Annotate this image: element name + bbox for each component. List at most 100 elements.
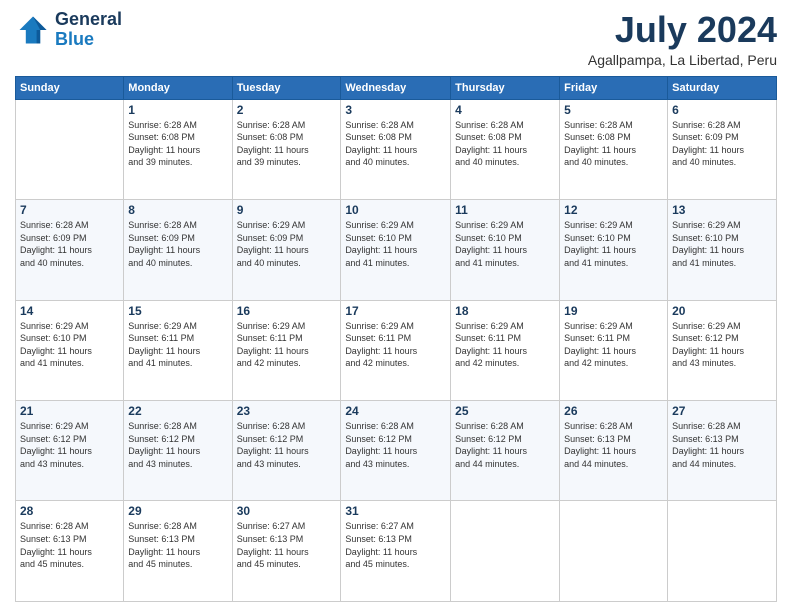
table-row: 23 Sunrise: 6:28 AMSunset: 6:12 PMDayligh… bbox=[232, 401, 341, 501]
day-info: Sunrise: 6:29 AMSunset: 6:10 PMDaylight:… bbox=[20, 320, 119, 370]
calendar-table: Sunday Monday Tuesday Wednesday Thursday… bbox=[15, 76, 777, 602]
calendar-week-row: 21 Sunrise: 6:29 AMSunset: 6:12 PMDayligh… bbox=[16, 401, 777, 501]
day-number: 16 bbox=[237, 304, 337, 318]
table-row: 10Sunrise: 6:29 AMSunset: 6:10 PMDayligh… bbox=[341, 200, 451, 300]
day-info: Sunrise: 6:28 AMSunset: 6:09 PMDaylight:… bbox=[128, 219, 227, 269]
day-info: Sunrise: 6:28 AMSunset: 6:08 PMDaylight:… bbox=[455, 119, 555, 169]
day-number: 9 bbox=[237, 203, 337, 217]
table-row: 19 Sunrise: 6:29 AMSunset: 6:11 PMDayligh… bbox=[560, 300, 668, 400]
day-info: Sunrise: 6:28 AMSunset: 6:12 PMDaylight:… bbox=[237, 420, 337, 470]
table-row: 5 Sunrise: 6:28 AMSunset: 6:08 PMDaylight… bbox=[560, 99, 668, 199]
day-info: Sunrise: 6:28 AMSunset: 6:12 PMDaylight:… bbox=[345, 420, 446, 470]
day-number: 20 bbox=[672, 304, 772, 318]
day-info: Sunrise: 6:29 AMSunset: 6:11 PMDaylight:… bbox=[455, 320, 555, 370]
table-row: 2Sunrise: 6:28 AMSunset: 6:08 PMDaylight… bbox=[232, 99, 341, 199]
table-row: 30 Sunrise: 6:27 AMSunset: 6:13 PMDayligh… bbox=[232, 501, 341, 602]
day-number: 31 bbox=[345, 504, 446, 518]
day-number: 24 bbox=[345, 404, 446, 418]
day-info: Sunrise: 6:28 AMSunset: 6:12 PMDaylight:… bbox=[128, 420, 227, 470]
day-info: Sunrise: 6:29 AMSunset: 6:10 PMDaylight:… bbox=[455, 219, 555, 269]
col-sunday: Sunday bbox=[16, 76, 124, 99]
day-info: Sunrise: 6:29 AMSunset: 6:12 PMDaylight:… bbox=[20, 420, 119, 470]
day-info: Sunrise: 6:28 AMSunset: 6:08 PMDaylight:… bbox=[345, 119, 446, 169]
day-info: Sunrise: 6:29 AMSunset: 6:10 PMDaylight:… bbox=[672, 219, 772, 269]
day-info: Sunrise: 6:27 AMSunset: 6:13 PMDaylight:… bbox=[345, 520, 446, 570]
table-row: 17Sunrise: 6:29 AMSunset: 6:11 PMDayligh… bbox=[341, 300, 451, 400]
day-info: Sunrise: 6:28 AMSunset: 6:08 PMDaylight:… bbox=[564, 119, 663, 169]
table-row bbox=[560, 501, 668, 602]
table-row: 20 Sunrise: 6:29 AMSunset: 6:12 PMDayligh… bbox=[668, 300, 777, 400]
day-info: Sunrise: 6:28 AMSunset: 6:13 PMDaylight:… bbox=[564, 420, 663, 470]
col-friday: Friday bbox=[560, 76, 668, 99]
day-number: 4 bbox=[455, 103, 555, 117]
day-number: 17 bbox=[345, 304, 446, 318]
table-row: 28 Sunrise: 6:28 AMSunset: 6:13 PMDayligh… bbox=[16, 501, 124, 602]
day-number: 30 bbox=[237, 504, 337, 518]
day-number: 12 bbox=[564, 203, 663, 217]
col-wednesday: Wednesday bbox=[341, 76, 451, 99]
day-number: 26 bbox=[564, 404, 663, 418]
day-number: 7 bbox=[20, 203, 119, 217]
table-row: 11Sunrise: 6:29 AMSunset: 6:10 PMDayligh… bbox=[451, 200, 560, 300]
day-info: Sunrise: 6:28 AMSunset: 6:12 PMDaylight:… bbox=[455, 420, 555, 470]
day-number: 5 bbox=[564, 103, 663, 117]
table-row bbox=[16, 99, 124, 199]
day-info: Sunrise: 6:29 AMSunset: 6:12 PMDaylight:… bbox=[672, 320, 772, 370]
calendar-week-row: 14 Sunrise: 6:29 AMSunset: 6:10 PMDayligh… bbox=[16, 300, 777, 400]
table-row: 13 Sunrise: 6:29 AMSunset: 6:10 PMDayligh… bbox=[668, 200, 777, 300]
col-tuesday: Tuesday bbox=[232, 76, 341, 99]
table-row bbox=[668, 501, 777, 602]
day-number: 13 bbox=[672, 203, 772, 217]
day-info: Sunrise: 6:29 AMSunset: 6:09 PMDaylight:… bbox=[237, 219, 337, 269]
day-info: Sunrise: 6:28 AMSunset: 6:13 PMDaylight:… bbox=[20, 520, 119, 570]
table-row: 18 Sunrise: 6:29 AMSunset: 6:11 PMDayligh… bbox=[451, 300, 560, 400]
table-row: 31 Sunrise: 6:27 AMSunset: 6:13 PMDayligh… bbox=[341, 501, 451, 602]
table-row: 8 Sunrise: 6:28 AMSunset: 6:09 PMDaylight… bbox=[124, 200, 232, 300]
day-number: 2 bbox=[237, 103, 337, 117]
col-monday: Monday bbox=[124, 76, 232, 99]
table-row: 25 Sunrise: 6:28 AMSunset: 6:12 PMDayligh… bbox=[451, 401, 560, 501]
day-info: Sunrise: 6:29 AMSunset: 6:11 PMDaylight:… bbox=[564, 320, 663, 370]
table-row: 6 Sunrise: 6:28 AMSunset: 6:09 PMDaylight… bbox=[668, 99, 777, 199]
day-number: 29 bbox=[128, 504, 227, 518]
day-number: 28 bbox=[20, 504, 119, 518]
day-number: 25 bbox=[455, 404, 555, 418]
table-row: 21 Sunrise: 6:29 AMSunset: 6:12 PMDayligh… bbox=[16, 401, 124, 501]
day-info: Sunrise: 6:28 AMSunset: 6:13 PMDaylight:… bbox=[672, 420, 772, 470]
table-row: 15Sunrise: 6:29 AMSunset: 6:11 PMDayligh… bbox=[124, 300, 232, 400]
table-row: 7Sunrise: 6:28 AMSunset: 6:09 PMDaylight… bbox=[16, 200, 124, 300]
calendar-week-row: 7 Sunrise: 6:28 AMSunset: 6:09 PMDaylight… bbox=[16, 200, 777, 300]
table-row: 29Sunrise: 6:28 AMSunset: 6:13 PMDayligh… bbox=[124, 501, 232, 602]
day-number: 14 bbox=[20, 304, 119, 318]
table-row: 27 Sunrise: 6:28 AMSunset: 6:13 PMDayligh… bbox=[668, 401, 777, 501]
table-row: 16 Sunrise: 6:29 AMSunset: 6:11 PMDayligh… bbox=[232, 300, 341, 400]
table-row: 9 Sunrise: 6:29 AMSunset: 6:09 PMDaylight… bbox=[232, 200, 341, 300]
day-number: 27 bbox=[672, 404, 772, 418]
title-block: July 2024 Agallpampa, La Libertad, Peru bbox=[588, 10, 777, 68]
day-number: 6 bbox=[672, 103, 772, 117]
table-row: 24 Sunrise: 6:28 AMSunset: 6:12 PMDayligh… bbox=[341, 401, 451, 501]
day-info: Sunrise: 6:29 AMSunset: 6:10 PMDaylight:… bbox=[345, 219, 446, 269]
day-info: Sunrise: 6:28 AMSunset: 6:09 PMDaylight:… bbox=[672, 119, 772, 169]
logo-text: General Blue bbox=[55, 10, 122, 50]
logo-blue-text: Blue bbox=[55, 30, 122, 50]
calendar-week-row: 1Sunrise: 6:28 AMSunset: 6:08 PMDaylight… bbox=[16, 99, 777, 199]
day-number: 18 bbox=[455, 304, 555, 318]
table-row: 22Sunrise: 6:28 AMSunset: 6:12 PMDayligh… bbox=[124, 401, 232, 501]
day-info: Sunrise: 6:29 AMSunset: 6:11 PMDaylight:… bbox=[128, 320, 227, 370]
day-number: 23 bbox=[237, 404, 337, 418]
logo-general-text: General bbox=[55, 10, 122, 30]
logo: General Blue bbox=[15, 10, 122, 50]
day-info: Sunrise: 6:27 AMSunset: 6:13 PMDaylight:… bbox=[237, 520, 337, 570]
day-number: 8 bbox=[128, 203, 227, 217]
day-number: 21 bbox=[20, 404, 119, 418]
day-info: Sunrise: 6:29 AMSunset: 6:11 PMDaylight:… bbox=[237, 320, 337, 370]
table-row: 26 Sunrise: 6:28 AMSunset: 6:13 PMDayligh… bbox=[560, 401, 668, 501]
day-number: 19 bbox=[564, 304, 663, 318]
col-saturday: Saturday bbox=[668, 76, 777, 99]
calendar-header-row: Sunday Monday Tuesday Wednesday Thursday… bbox=[16, 76, 777, 99]
day-info: Sunrise: 6:29 AMSunset: 6:10 PMDaylight:… bbox=[564, 219, 663, 269]
table-row: 4 Sunrise: 6:28 AMSunset: 6:08 PMDaylight… bbox=[451, 99, 560, 199]
logo-icon bbox=[15, 12, 51, 48]
calendar-week-row: 28 Sunrise: 6:28 AMSunset: 6:13 PMDayligh… bbox=[16, 501, 777, 602]
